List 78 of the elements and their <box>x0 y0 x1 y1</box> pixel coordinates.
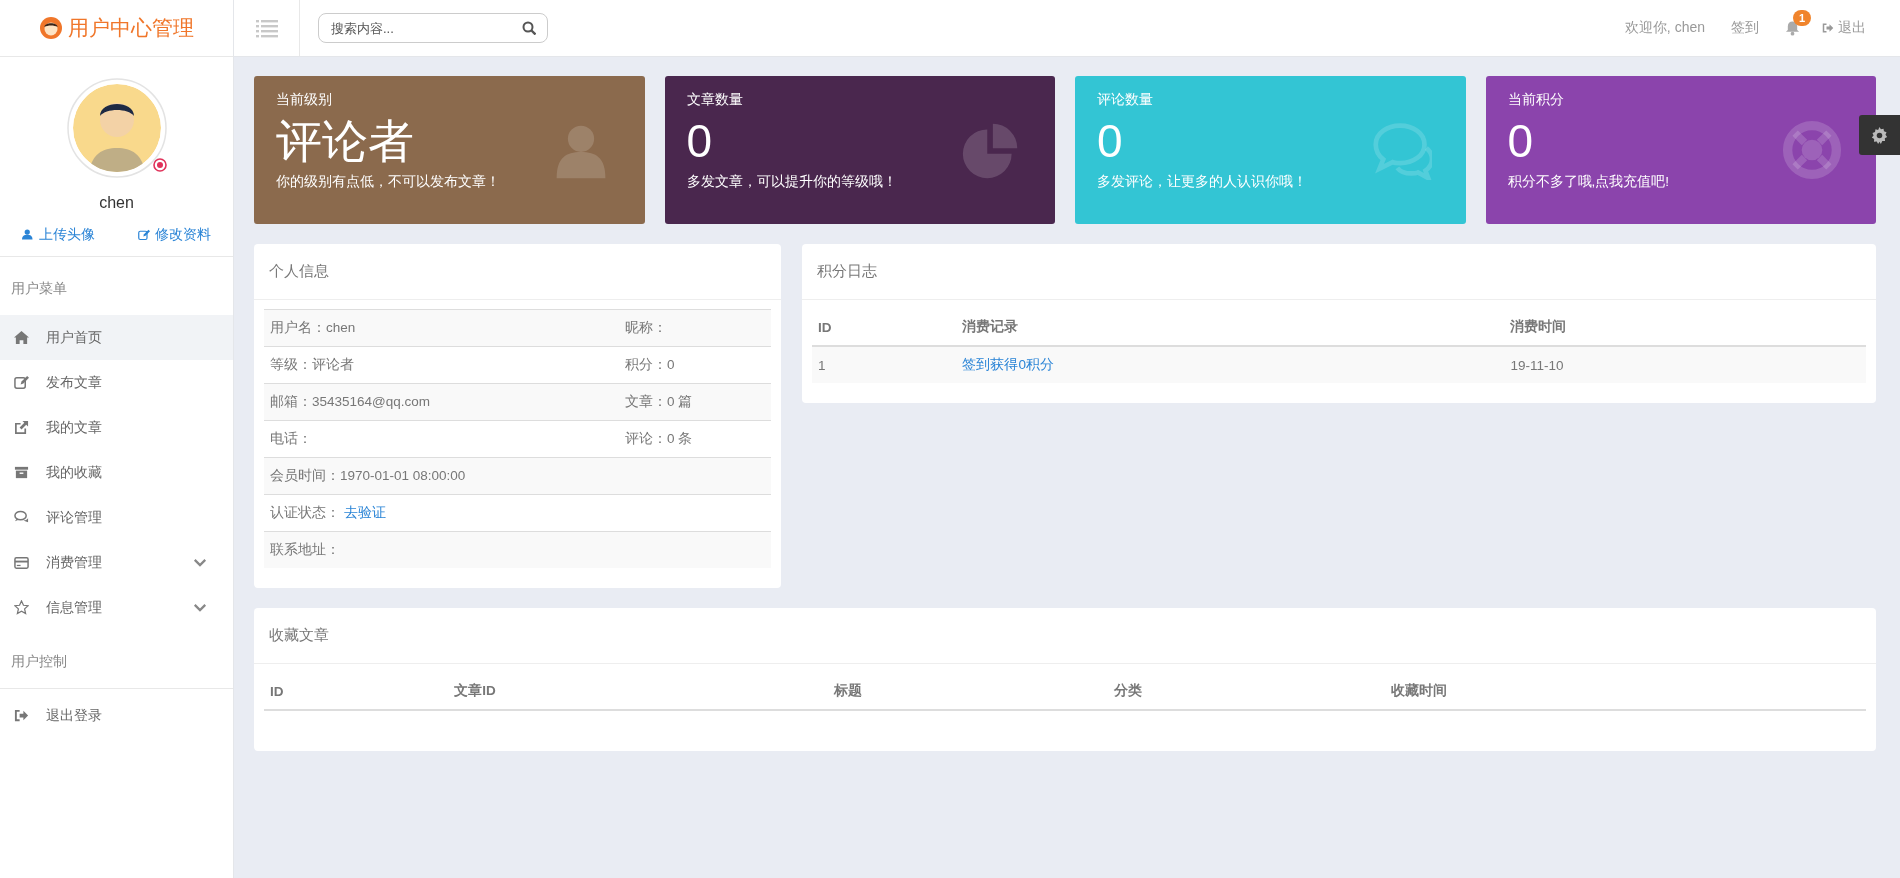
column-header: 分类 <box>1114 683 1143 698</box>
logout-icon <box>1822 22 1834 34</box>
info-field: 积分：0 <box>624 357 675 372</box>
info-field: 电话： <box>270 431 312 446</box>
panel-title: 个人信息 <box>269 262 329 281</box>
edit-icon <box>138 229 151 241</box>
person-icon <box>21 229 34 241</box>
chat-bubbles-icon <box>14 510 29 525</box>
panel-title: 收藏文章 <box>269 626 329 645</box>
sign-in-link[interactable]: 签到 <box>1731 19 1759 37</box>
card-value: 0 <box>686 114 713 169</box>
sidebar-item[interactable]: 用户首页 <box>0 315 233 360</box>
column-header: ID <box>270 683 284 699</box>
sidebar-item[interactable]: 评论管理 <box>0 495 233 540</box>
home-icon <box>14 330 29 345</box>
sidebar-item[interactable]: 消费管理 <box>0 540 233 585</box>
notification-button[interactable] <box>1785 20 1800 36</box>
edit-profile-link[interactable]: 修改资料 <box>138 226 212 244</box>
search-field[interactable]: 搜索内容... <box>318 13 548 43</box>
card-value: 0 <box>1097 114 1123 169</box>
settings-icon <box>1871 126 1888 144</box>
app-title: 用户中心管理 <box>67 15 194 41</box>
sidebar-item[interactable]: 我的收藏 <box>0 450 233 495</box>
column-header: 消费记录 <box>962 319 1019 334</box>
welcome-text: 欢迎你, chen <box>1624 19 1705 37</box>
sidebar-item[interactable]: 信息管理 <box>0 585 233 630</box>
chat-bubbles-icon <box>1371 120 1432 180</box>
record-link[interactable]: 签到获得0积分 <box>962 357 1054 372</box>
user-name: chen <box>99 194 134 212</box>
card-title: 当前积分 <box>1507 91 1564 109</box>
card-value: 评论者 <box>276 114 414 169</box>
info-field: 联系地址： <box>270 542 340 557</box>
notification-badge: 1 <box>1793 10 1812 26</box>
stat-card[interactable]: 当前级别 评论者 你的级别有点低，不可以发布文章！ <box>254 76 645 224</box>
menu-icon <box>255 18 278 38</box>
credit-card-icon <box>14 555 29 570</box>
column-header: 消费时间 <box>1510 319 1567 334</box>
logo-icon <box>39 17 62 39</box>
stat-card[interactable]: 文章数量 0 多发文章，可以提升你的等级哦！ <box>664 76 1055 224</box>
archive-box-icon <box>14 465 29 480</box>
table-cell: 1 <box>818 357 826 373</box>
sidebar-item[interactable]: 退出登录 <box>0 693 233 738</box>
avatar-icon <box>66 78 167 178</box>
panel-title: 积分日志 <box>817 262 877 281</box>
menu-section-title: 用户菜单 <box>10 279 68 298</box>
external-link-icon <box>14 420 29 435</box>
settings-button[interactable] <box>1859 115 1900 155</box>
column-header: 标题 <box>833 683 862 698</box>
logout-icon <box>14 708 29 723</box>
stat-card[interactable]: 当前积分 0 积分不多了哦,点我充值吧! <box>1485 76 1876 224</box>
sidebar-item[interactable]: 发布文章 <box>0 360 233 405</box>
status-icon <box>152 158 167 172</box>
info-field: 文章：0 篇 <box>624 394 693 409</box>
bell-icon <box>1785 20 1800 36</box>
search-icon <box>522 21 536 35</box>
info-field: 评论：0 条 <box>624 431 693 446</box>
menu-section-title: 用户控制 <box>10 652 68 671</box>
card-note: 多发评论，让更多的人认识你哦！ <box>1097 173 1307 191</box>
upload-avatar-link[interactable]: 上传头像 <box>21 226 95 244</box>
table-cell: 19-11-10 <box>1510 357 1564 373</box>
info-label: 认证状态： <box>270 505 340 520</box>
column-header: 收藏时间 <box>1391 683 1448 698</box>
edit-icon <box>14 375 29 390</box>
card-title: 评论数量 <box>1097 91 1153 109</box>
card-value: 0 <box>1507 114 1534 169</box>
column-header: ID <box>818 319 832 335</box>
logout-link[interactable]: 退出 <box>1822 19 1866 37</box>
card-title: 当前级别 <box>276 91 332 109</box>
star-icon <box>14 600 29 615</box>
column-header: 文章ID <box>454 683 496 698</box>
verify-link[interactable]: 去验证 <box>343 505 386 520</box>
sidebar-item[interactable]: 我的文章 <box>0 405 233 450</box>
card-note: 多发文章，可以提升你的等级哦！ <box>686 173 897 191</box>
info-field: 昵称： <box>624 320 667 335</box>
card-note: 你的级别有点低，不可以发布文章！ <box>276 173 500 191</box>
card-title: 文章数量 <box>686 91 743 109</box>
life-ring-icon <box>1782 120 1842 180</box>
card-note: 积分不多了哦,点我充值吧! <box>1507 173 1669 191</box>
